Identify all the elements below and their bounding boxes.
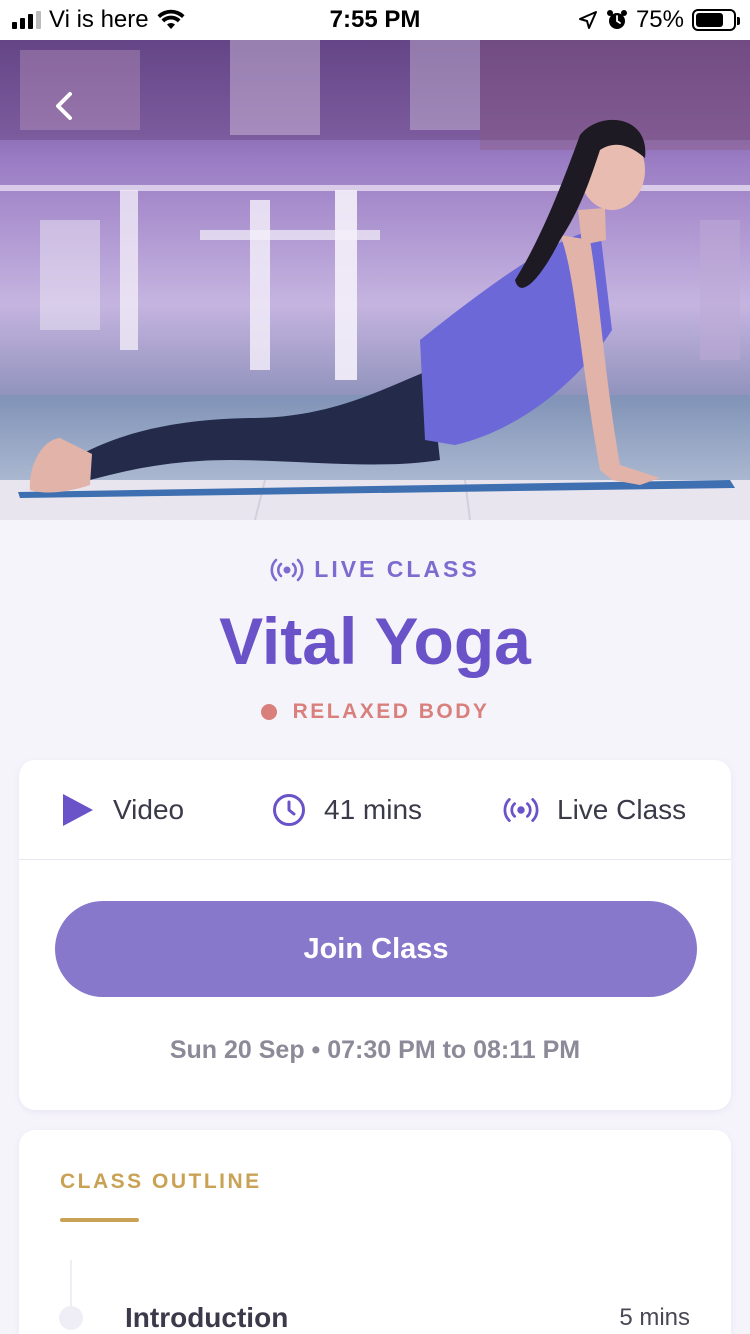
outline-item-duration: 5 mins bbox=[619, 1304, 690, 1331]
outline-title-underline bbox=[60, 1218, 139, 1222]
meta-type: Live Class bbox=[503, 760, 686, 860]
location-arrow-icon bbox=[578, 11, 597, 29]
live-class-label: LIVE CLASS bbox=[0, 556, 750, 583]
class-schedule: Sun 20 Sep • 07:30 PM to 08:11 PM bbox=[169, 1036, 581, 1064]
class-title: Vital Yoga bbox=[219, 604, 531, 678]
timeline-dot bbox=[59, 1306, 83, 1330]
meta-format-text: Video bbox=[113, 794, 185, 825]
meta-type-text: Live Class bbox=[557, 794, 687, 825]
meta-duration: 41 mins bbox=[272, 760, 422, 860]
clock-icon bbox=[273, 794, 305, 826]
status-bar: Vi is here 7:55 PM 75% bbox=[0, 0, 750, 40]
live-class-text: LIVE CLASS bbox=[314, 556, 480, 582]
wifi-icon bbox=[157, 9, 185, 29]
class-detail-screen: Vi is here 7:55 PM 75% LIVE CLASS Vital … bbox=[0, 0, 750, 1334]
join-class-button[interactable]: Join Class bbox=[55, 901, 697, 997]
category-text: RELAXED BODY bbox=[292, 700, 490, 723]
timeline-line bbox=[70, 1260, 72, 1306]
battery-level-fill bbox=[696, 13, 723, 27]
category-label: RELAXED BODY bbox=[0, 700, 750, 724]
status-right: 75% bbox=[578, 0, 740, 40]
hero-image bbox=[0, 40, 750, 520]
outline-title: CLASS OUTLINE bbox=[60, 1170, 262, 1193]
class-info-card: Video 41 mins Live Class Join Class Sun … bbox=[19, 760, 731, 1110]
battery-icon bbox=[692, 9, 740, 31]
outline-item-title[interactable]: Introduction bbox=[125, 1302, 288, 1334]
hero-photo bbox=[0, 40, 750, 520]
alarm-icon bbox=[606, 10, 627, 29]
category-dot bbox=[260, 704, 277, 720]
broadcast-icon bbox=[503, 798, 539, 822]
battery-percent: 75% bbox=[635, 6, 684, 33]
meta-duration-text: 41 mins bbox=[324, 794, 423, 825]
status-left: Vi is here bbox=[12, 0, 185, 40]
carrier-name: Vi is here bbox=[49, 6, 149, 33]
back-button[interactable] bbox=[48, 88, 84, 124]
broadcast-icon bbox=[270, 558, 304, 581]
play-icon bbox=[63, 794, 93, 826]
class-meta-row: Video 41 mins Live Class bbox=[19, 760, 731, 860]
signal-icon bbox=[12, 11, 41, 29]
meta-format: Video bbox=[61, 760, 184, 860]
chevron-left-icon bbox=[56, 92, 72, 120]
class-outline-card: CLASS OUTLINE Introduction 5 mins bbox=[19, 1130, 731, 1334]
